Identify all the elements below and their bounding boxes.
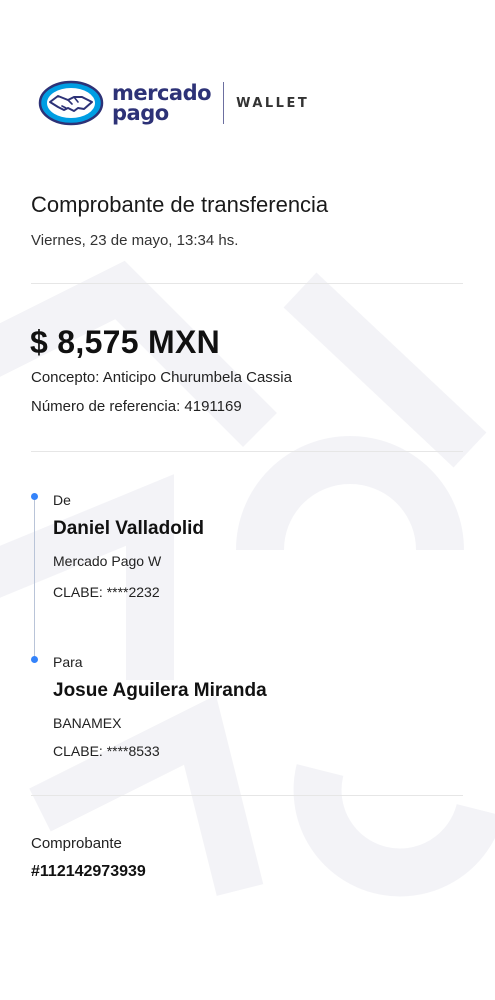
logo-line-2: pago [112, 101, 169, 125]
transfer-amount: $ 8,575 MXN [30, 324, 221, 360]
divider [31, 451, 463, 452]
sender-bank: Mercado Pago W [53, 553, 162, 569]
sender-clabe: CLABE: ****2232 [53, 584, 160, 600]
page-title: Comprobante de transferencia [31, 192, 329, 217]
sender-label: De [53, 492, 71, 508]
timeline-dot-icon [31, 493, 38, 500]
divider [31, 795, 463, 796]
transfer-date: Viernes, 23 de mayo, 13:34 hs. [31, 232, 239, 249]
timeline-dot-icon [31, 656, 38, 663]
recipient-label: Para [53, 654, 83, 670]
recipient-bank: BANAMEX [53, 715, 122, 731]
reference-number: Número de referencia: 4191169 [31, 398, 242, 415]
recipient-name: Josue Aguilera Miranda [53, 680, 267, 701]
logo-separator [223, 82, 225, 124]
divider [31, 283, 463, 284]
voucher-label: Comprobante [31, 835, 122, 852]
voucher-number: #112142973939 [31, 863, 146, 880]
mercado-pago-handshake-icon [38, 80, 104, 126]
brand-logo: mercado pago WALLET [38, 80, 309, 126]
recipient-clabe: CLABE: ****8533 [53, 743, 160, 759]
sender-name: Daniel Valladolid [53, 518, 204, 539]
transfer-concept: Concepto: Anticipo Churumbela Cassia [31, 369, 292, 386]
wallet-label: WALLET [236, 95, 310, 111]
logo-line-1: mercado [112, 81, 212, 105]
logo-wordmark: mercado pago [112, 81, 212, 125]
timeline-line [34, 497, 35, 660]
